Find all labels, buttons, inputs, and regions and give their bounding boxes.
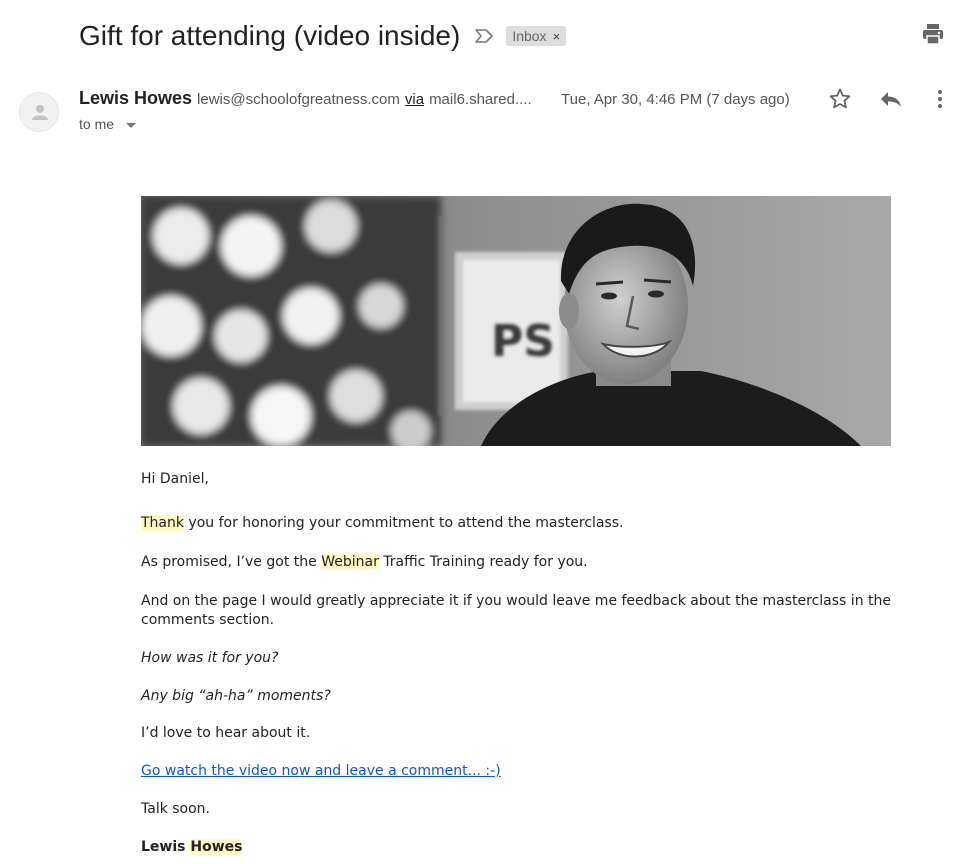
importance-marker-icon[interactable]: [474, 28, 494, 44]
hero-image: PS: [141, 196, 891, 446]
via-domain: mail6.shared....: [429, 91, 532, 108]
print-icon[interactable]: [921, 22, 945, 46]
closing: Talk soon.: [141, 801, 211, 817]
remove-label-button[interactable]: ×: [553, 29, 561, 44]
paragraph-text: As promised, I’ve got the: [141, 554, 322, 570]
default-person-avatar-icon: [32, 105, 48, 120]
chevron-down-icon: [126, 122, 137, 128]
question-2: Any big “ah-ha” moments?: [141, 688, 331, 704]
email-date[interactable]: Tue, Apr 30, 4:46 PM (7 days ago): [561, 91, 790, 108]
recipients-toggle[interactable]: to me: [79, 116, 137, 132]
signature-first: Lewis: [141, 839, 191, 855]
more-vertical-icon[interactable]: [931, 87, 949, 111]
watch-video-link[interactable]: Go watch the video now and leave a comme…: [141, 763, 501, 779]
paragraph-text: Traffic Training ready for you.: [378, 554, 588, 570]
paragraph-promise: As promised, I’ve got the Webinar Traffi…: [141, 553, 891, 572]
label-chip-text: Inbox: [512, 28, 547, 44]
paragraph-text: you for honoring your commitment to atte…: [183, 515, 624, 531]
paragraph-feedback: And on the page I would greatly apprecia…: [141, 593, 891, 628]
sender-row: Lewis Howes lewis@schoolofgreatness.com …: [79, 88, 532, 112]
signature-last: Howes: [190, 839, 243, 855]
sender-avatar[interactable]: [19, 92, 59, 132]
recipients-text: to me: [79, 116, 115, 132]
cta-link-row: Go watch the video now and leave a comme…: [141, 762, 891, 781]
signature: Lewis Howes: [141, 838, 891, 857]
svg-text:PS: PS: [491, 316, 555, 367]
label-chip-inbox[interactable]: Inbox ×: [506, 26, 567, 46]
reply-icon[interactable]: [878, 87, 904, 111]
sender-email: lewis@schoolofgreatness.com: [197, 91, 400, 108]
via-link[interactable]: via: [405, 91, 424, 108]
highlighted-word: Webinar: [321, 554, 379, 570]
sender-name[interactable]: Lewis Howes: [79, 88, 192, 109]
greeting: Hi Daniel,: [141, 471, 209, 487]
paragraph-thanks: Thank you for honoring your commitment t…: [141, 514, 891, 533]
email-subject: Gift for attending (video inside): [79, 20, 461, 51]
question-1: How was it for you?: [141, 650, 279, 666]
star-icon[interactable]: [828, 87, 852, 111]
highlighted-word: Thank: [141, 515, 184, 531]
subject-row: Gift for attending (video inside) Inbox …: [79, 16, 567, 56]
paragraph-love-to-hear: I’d love to hear about it.: [141, 725, 311, 741]
